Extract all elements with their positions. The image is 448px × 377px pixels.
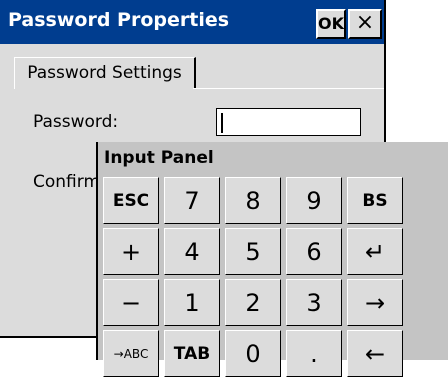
confirm-label: Confirm — [33, 172, 101, 192]
key-tab[interactable]: TAB — [164, 330, 220, 377]
tab-password-settings[interactable]: Password Settings — [14, 57, 196, 89]
title-bar: Password Properties OK × — [0, 0, 384, 44]
dialog-title: Password Properties — [8, 9, 230, 31]
input-panel-title: Input Panel — [104, 148, 214, 168]
close-button[interactable]: × — [348, 9, 382, 39]
key-5[interactable]: 5 — [225, 228, 281, 275]
password-label: Password: — [33, 112, 119, 132]
input-panel: Input Panel ESC 7 8 9 BS + 4 5 6 ↵ − 1 2… — [96, 142, 448, 377]
key-1[interactable]: 1 — [164, 279, 220, 326]
key-3[interactable]: 3 — [286, 279, 342, 326]
key-abc-mode[interactable]: →ABC — [103, 330, 159, 377]
key-plus[interactable]: + — [103, 228, 159, 275]
key-period[interactable]: . — [286, 330, 342, 377]
tab-underline — [193, 88, 384, 89]
key-0[interactable]: 0 — [225, 330, 281, 377]
key-arrow-left[interactable]: ← — [347, 330, 403, 377]
key-backspace[interactable]: BS — [347, 177, 403, 224]
key-enter[interactable]: ↵ — [347, 228, 403, 275]
key-arrow-right[interactable]: → — [347, 279, 403, 326]
text-caret — [221, 113, 223, 133]
key-6[interactable]: 6 — [286, 228, 342, 275]
key-8[interactable]: 8 — [225, 177, 281, 224]
password-input[interactable] — [216, 108, 361, 136]
key-9[interactable]: 9 — [286, 177, 342, 224]
key-4[interactable]: 4 — [164, 228, 220, 275]
ok-button[interactable]: OK — [316, 9, 346, 39]
key-esc[interactable]: ESC — [103, 177, 159, 224]
key-minus[interactable]: − — [103, 279, 159, 326]
key-7[interactable]: 7 — [164, 177, 220, 224]
key-2[interactable]: 2 — [225, 279, 281, 326]
